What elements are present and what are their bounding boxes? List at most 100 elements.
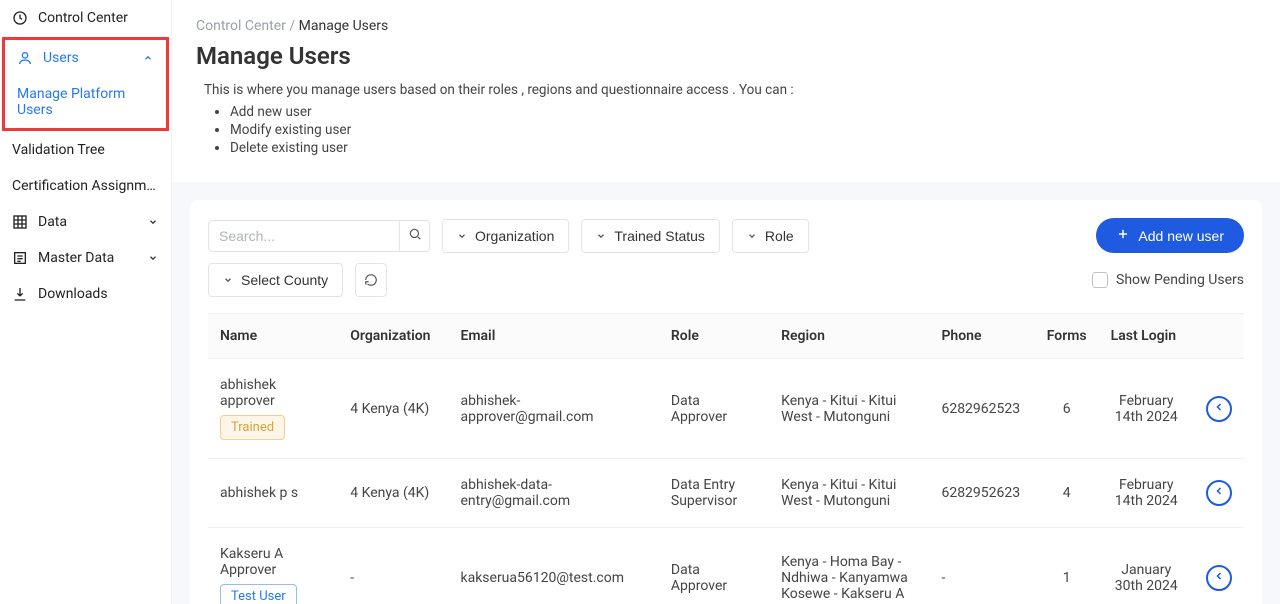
col-role: Role <box>659 314 769 359</box>
nav-users[interactable]: Users <box>5 40 166 76</box>
filter-organization[interactable]: Organization <box>442 219 569 253</box>
col-actions <box>1194 314 1244 359</box>
user-name: abhishek p s <box>220 485 326 501</box>
breadcrumb-current: Manage Users <box>299 18 389 34</box>
filter-role-label: Role <box>765 228 794 244</box>
nav-label-data: Data <box>38 214 67 230</box>
desc-bullet-1: Add new user <box>230 104 1256 120</box>
refresh-button[interactable] <box>355 263 387 297</box>
filter-trained-label: Trained Status <box>614 228 705 244</box>
cell-organization: 4 Kenya (4K) <box>338 359 448 459</box>
table-row: Kakseru A ApproverTest User-kakserua5612… <box>208 528 1244 604</box>
users-table: Name Organization Email Role Region Phon… <box>208 313 1244 604</box>
dashboard-icon <box>12 10 28 26</box>
plus-icon <box>1116 227 1130 244</box>
page-title: Manage Users <box>196 42 1256 70</box>
toolbar-row-2: Select County Show Pending Users <box>208 263 1244 297</box>
cell-region: Kenya - Kitui - Kitui West - Mutonguni <box>769 459 929 528</box>
nav-label-control-center: Control Center <box>38 10 128 26</box>
cell-forms: 1 <box>1035 528 1099 604</box>
filter-trained[interactable]: Trained Status <box>581 219 720 253</box>
filter-org-label: Organization <box>475 228 554 244</box>
cell-organization: 4 Kenya (4K) <box>338 459 448 528</box>
show-pending-label: Show Pending Users <box>1116 272 1244 288</box>
search-icon <box>408 227 422 244</box>
row-expand-button[interactable] <box>1206 565 1232 591</box>
filter-role[interactable]: Role <box>732 219 809 253</box>
cell-forms: 6 <box>1035 359 1099 459</box>
chevron-down-icon <box>147 216 159 228</box>
breadcrumb: Control Center / Manage Users <box>196 18 1256 34</box>
cell-role: Data Approver <box>659 359 769 459</box>
col-organization: Organization <box>338 314 448 359</box>
col-phone: Phone <box>929 314 1034 359</box>
col-region: Region <box>769 314 929 359</box>
list-icon <box>12 250 28 266</box>
cell-phone: - <box>929 528 1034 604</box>
nav-certification[interactable]: Certification Assignm… <box>0 168 171 204</box>
grid-icon <box>12 214 28 230</box>
add-label: Add new user <box>1138 228 1224 244</box>
chevron-down-icon <box>223 275 233 285</box>
nav-manage-platform-users[interactable]: Manage Platform Users <box>5 76 166 128</box>
nav-sublabel: Manage Platform Users <box>17 86 125 118</box>
cell-forms: 4 <box>1035 459 1099 528</box>
cell-region: Kenya - Kitui - Kitui West - Mutonguni <box>769 359 929 459</box>
nav-label-users: Users <box>43 50 79 66</box>
nav-label-downloads: Downloads <box>38 286 108 302</box>
col-last-login: Last Login <box>1099 314 1194 359</box>
col-email: Email <box>448 314 658 359</box>
cell-organization: - <box>338 528 448 604</box>
status-badge: Trained <box>220 415 285 440</box>
cell-email: kakserua56120@test.com <box>448 528 658 604</box>
content-area: Organization Trained Status Role Add new… <box>172 182 1280 604</box>
cell-last-login: January 30th 2024 <box>1099 528 1194 604</box>
page-header: Control Center / Manage Users Manage Use… <box>172 0 1280 182</box>
row-expand-button[interactable] <box>1206 480 1232 506</box>
card: Organization Trained Status Role Add new… <box>190 200 1262 604</box>
cell-phone: 6282962523 <box>929 359 1034 459</box>
nav-downloads[interactable]: Downloads <box>0 276 171 312</box>
page-description: This is where you manage users based on … <box>196 82 1256 156</box>
chevron-left-icon <box>1213 401 1225 417</box>
user-name: Kakseru A Approver <box>220 546 326 578</box>
cell-email: abhishek-approver@gmail.com <box>448 359 658 459</box>
chevron-down-icon <box>147 252 159 264</box>
nav-validation-tree[interactable]: Validation Tree <box>0 132 171 168</box>
row-expand-button[interactable] <box>1206 396 1232 422</box>
cell-last-login: February 14th 2024 <box>1099 359 1194 459</box>
cell-phone: 6282952623 <box>929 459 1034 528</box>
nav-control-center[interactable]: Control Center <box>0 0 171 36</box>
sidebar: Control Center Users Manage Platform Use… <box>0 0 172 604</box>
nav-data[interactable]: Data <box>0 204 171 240</box>
cell-name: abhishek p s <box>208 459 338 528</box>
cell-name: Kakseru A Approver Test User <box>208 528 338 604</box>
cell-action <box>1194 459 1244 528</box>
user-icon <box>17 50 33 66</box>
breadcrumb-sep: / <box>286 18 299 34</box>
nav-master-data[interactable]: Master Data <box>0 240 171 276</box>
show-pending-checkbox[interactable] <box>1092 272 1108 288</box>
search-button[interactable] <box>400 220 430 252</box>
col-name: Name <box>208 314 338 359</box>
cell-last-login: February 14th 2024 <box>1099 459 1194 528</box>
cell-region: Kenya - Homa Bay - Ndhiwa - Kanyamwa Kos… <box>769 528 929 604</box>
table-row: abhishek p s4 Kenya (4K)abhishek-data-en… <box>208 459 1244 528</box>
add-new-user-button[interactable]: Add new user <box>1096 218 1244 253</box>
chevron-down-icon <box>747 231 757 241</box>
status-badge: Test User <box>220 584 297 604</box>
chevron-left-icon <box>1213 570 1225 586</box>
col-forms: Forms <box>1035 314 1099 359</box>
chevron-up-icon <box>142 52 154 64</box>
search-input[interactable] <box>208 220 400 252</box>
cell-action <box>1194 528 1244 604</box>
main: Control Center / Manage Users Manage Use… <box>172 0 1280 604</box>
download-icon <box>12 286 28 302</box>
breadcrumb-root[interactable]: Control Center <box>196 18 286 34</box>
filter-county[interactable]: Select County <box>208 263 343 297</box>
chevron-down-icon <box>596 231 606 241</box>
filter-county-label: Select County <box>241 272 328 288</box>
toolbar: Organization Trained Status Role Add new… <box>208 218 1244 253</box>
user-name: abhishek approver <box>220 377 326 409</box>
chevron-down-icon <box>457 231 467 241</box>
